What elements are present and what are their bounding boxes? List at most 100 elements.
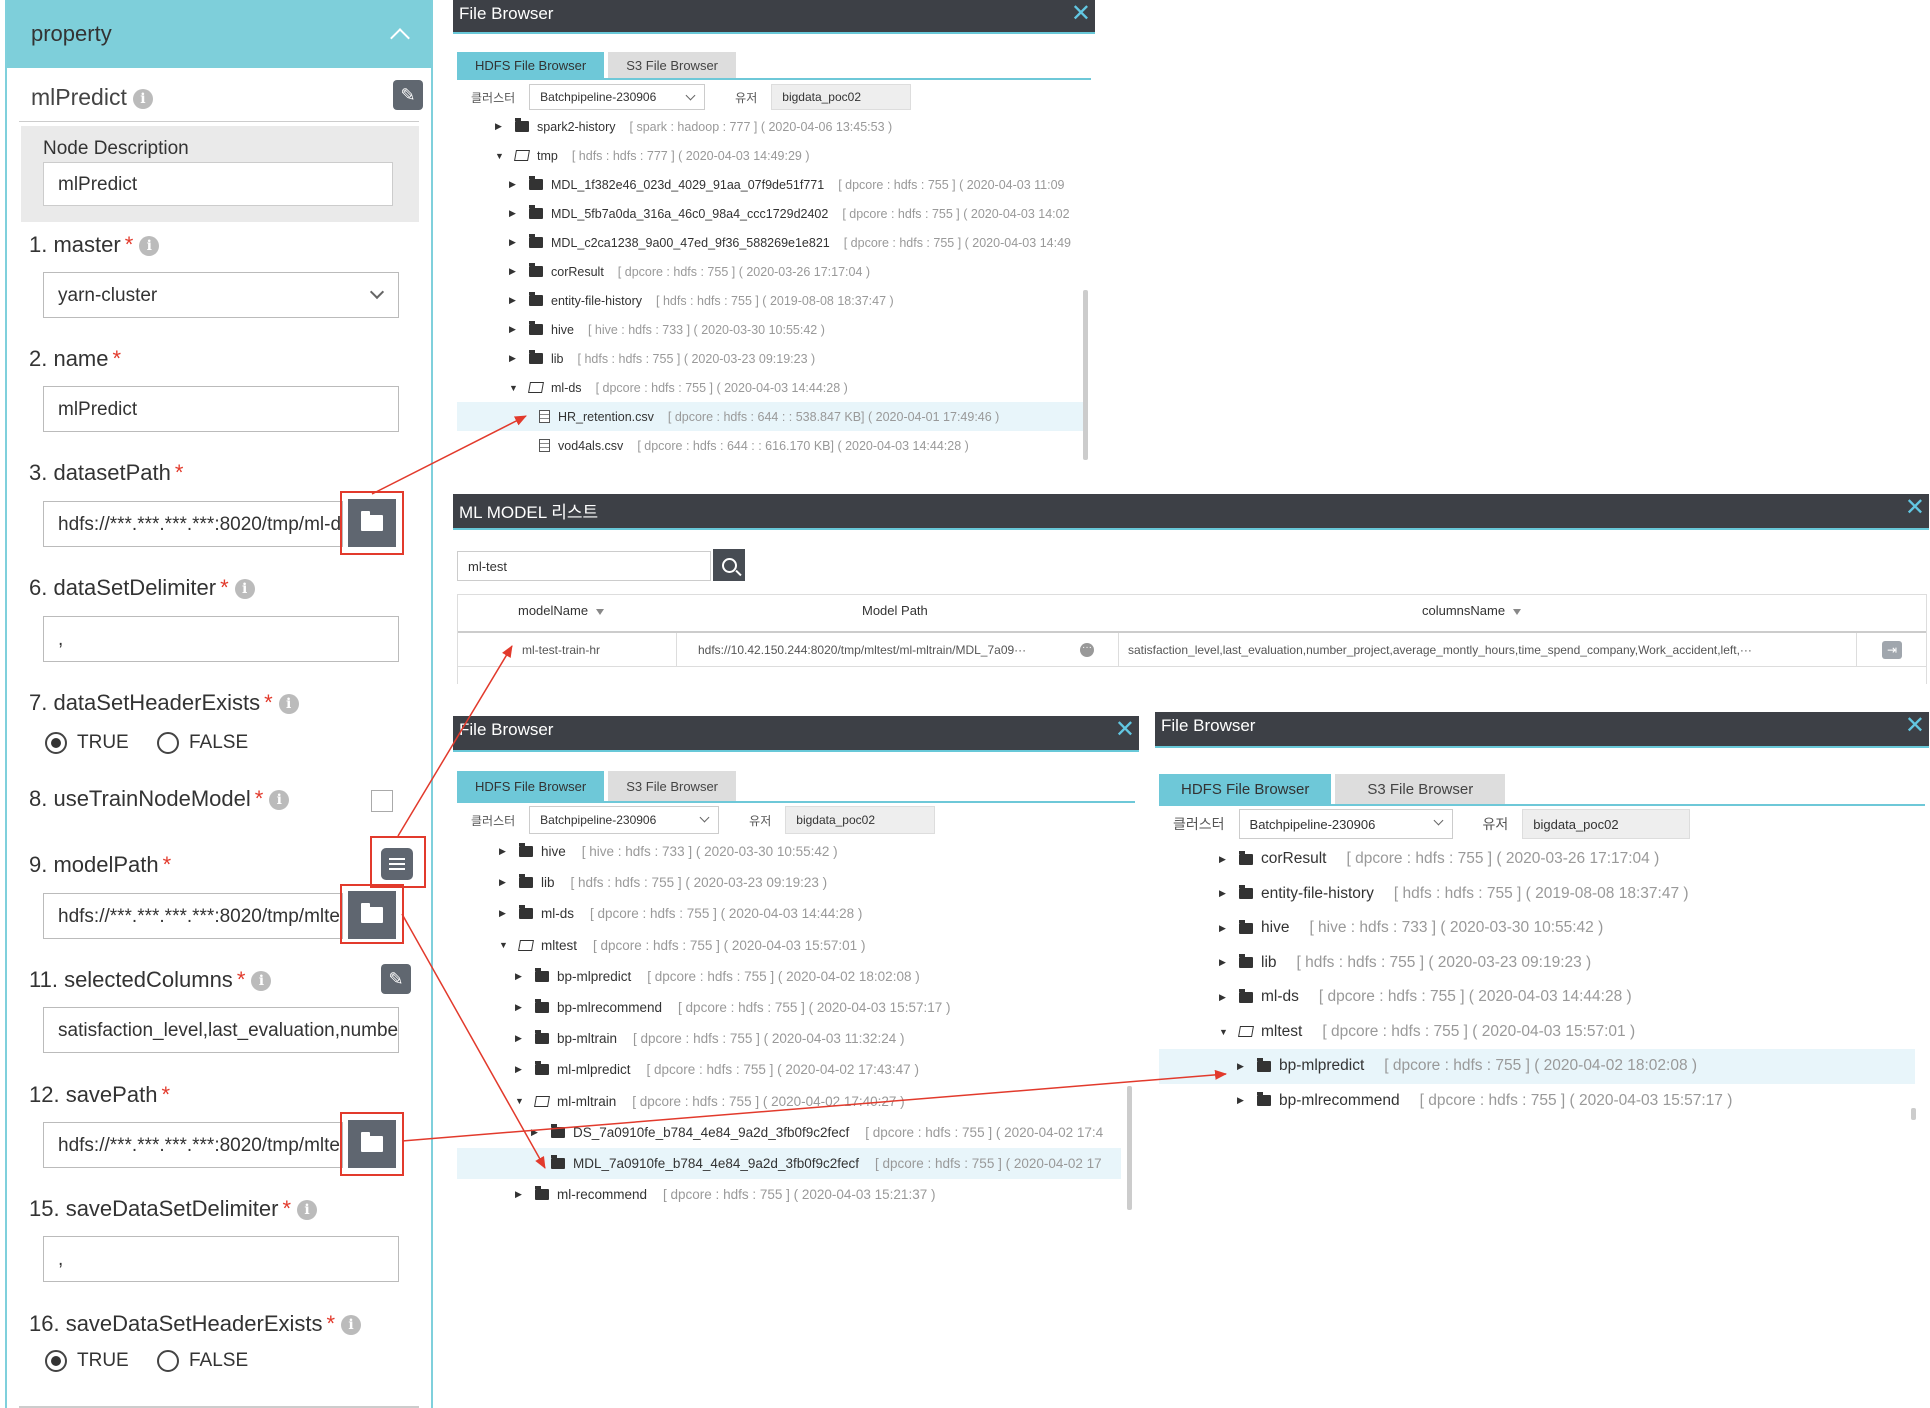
close-icon[interactable]: ✕ bbox=[1905, 714, 1925, 738]
caret-right-icon[interactable]: ▶ bbox=[515, 971, 527, 982]
scrollbar[interactable] bbox=[1911, 1108, 1916, 1120]
col-columnsname[interactable]: columnsName bbox=[1422, 603, 1522, 618]
close-icon[interactable]: ✕ bbox=[1905, 496, 1925, 520]
caret-down-icon[interactable]: ▼ bbox=[1219, 1027, 1231, 1037]
tree-row[interactable]: ▶ MDL_1f382e46_023d_4029_91aa_07f9de51f77… bbox=[457, 170, 1083, 199]
search-button[interactable] bbox=[713, 549, 745, 581]
caret-right-icon[interactable]: ▶ bbox=[499, 846, 511, 857]
name-input[interactable]: mlPredict bbox=[43, 386, 399, 432]
tree-row[interactable]: ▶ corResult [ dpcore : hdfs : 755 ] ( 2020… bbox=[1159, 842, 1915, 877]
caret-right-icon[interactable]: ▶ bbox=[1237, 1095, 1249, 1106]
chevron-up-icon[interactable] bbox=[390, 28, 410, 48]
datasetpath-input[interactable]: hdfs://***.***.***.***:8020/tmp/ml-ds/HR… bbox=[43, 501, 343, 547]
caret-right-icon[interactable]: ▶ bbox=[509, 324, 521, 335]
radio-false[interactable]: FALSE bbox=[157, 1350, 248, 1372]
caret-right-icon[interactable]: ▶ bbox=[515, 1033, 527, 1044]
savepath-input[interactable]: hdfs://***.***.***.***:8020/tmp/mltest/b… bbox=[43, 1122, 343, 1168]
cluster-select[interactable]: Batchpipeline-230906 bbox=[1238, 809, 1453, 839]
tab-s3[interactable]: S3 File Browser bbox=[608, 52, 736, 78]
edit-icon[interactable]: ✎ bbox=[381, 964, 411, 994]
caret-right-icon[interactable]: ▶ bbox=[499, 877, 511, 888]
close-icon[interactable]: ✕ bbox=[1115, 718, 1135, 742]
tree-row[interactable]: ▼ ml-ds [ dpcore : hdfs : 755 ] ( 2020-04-… bbox=[457, 373, 1083, 402]
tree-row[interactable]: ▶ hive [ hive : hdfs : 733 ] ( 2020-03-30 … bbox=[457, 836, 1121, 867]
caret-down-icon[interactable]: ▼ bbox=[515, 1096, 527, 1106]
tree-row[interactable]: ▶ DS_7a0910fe_b784_4e84_9a2d_3fb0f9c2fecf… bbox=[457, 1117, 1121, 1148]
caret-down-icon[interactable]: ▼ bbox=[495, 151, 507, 161]
info-icon[interactable]: i bbox=[132, 88, 153, 109]
cluster-select[interactable]: Batchpipeline-230906 bbox=[529, 806, 720, 834]
info-icon[interactable]: i bbox=[234, 579, 255, 600]
caret-right-icon[interactable]: ▶ bbox=[495, 121, 507, 132]
scrollbar[interactable] bbox=[1127, 1086, 1132, 1210]
tree-row[interactable]: ▶ hive [ hive : hdfs : 733 ] ( 2020-03-30 … bbox=[457, 315, 1083, 344]
close-icon[interactable]: ✕ bbox=[1071, 2, 1091, 26]
scrollbar[interactable] bbox=[1083, 290, 1088, 460]
tree-row[interactable]: ▶ lib [ hdfs : hdfs : 755 ] ( 2020-03-23 0… bbox=[457, 867, 1121, 898]
caret-right-icon[interactable]: ▶ bbox=[515, 1002, 527, 1013]
radio-false[interactable]: FALSE bbox=[157, 732, 248, 754]
tree-row[interactable]: ▶ bp-mltrain [ dpcore : hdfs : 755 ] ( 202… bbox=[457, 1023, 1121, 1054]
tab-hdfs[interactable]: HDFS File Browser bbox=[457, 52, 605, 78]
datasetdelimiter-input[interactable]: , bbox=[43, 616, 399, 662]
tree-row[interactable]: ▶ hive [ hive : hdfs : 733 ] ( 2020-03-30 … bbox=[1159, 911, 1915, 946]
tree-row[interactable]: vod4als.csv [ dpcore : hdfs : 644 : : 616… bbox=[457, 431, 1083, 460]
caret-right-icon[interactable]: ▶ bbox=[509, 179, 521, 190]
tree-row[interactable]: ▼ tmp [ hdfs : hdfs : 777 ] ( 2020-04-03 1… bbox=[457, 141, 1083, 170]
tree-row[interactable]: ▶ bp-mlrecommend [ dpcore : hdfs : 755 ] (… bbox=[1159, 1084, 1915, 1119]
caret-right-icon[interactable]: ▶ bbox=[509, 208, 521, 219]
tree-row[interactable]: ▶ MDL_5fb7a0da_316a_46c0_98a4_ccc1729d240… bbox=[457, 199, 1083, 228]
tree-row[interactable]: MDL_7a0910fe_b784_4e84_9a2d_3fb0f9c2fecf… bbox=[457, 1148, 1121, 1180]
master-select[interactable]: yarn-cluster bbox=[43, 272, 399, 318]
table-row[interactable]: ml-test-train-hr hdfs://10.42.150.244:80… bbox=[458, 633, 1926, 667]
info-icon[interactable]: i bbox=[269, 790, 290, 811]
cluster-select[interactable]: Batchpipeline-230906 bbox=[529, 84, 706, 110]
tree-row[interactable]: ▶ corResult [ dpcore : hdfs : 755 ] ( 2020… bbox=[457, 257, 1083, 286]
tree-row[interactable]: ▶ bp-mlpredict [ dpcore : hdfs : 755 ] ( 2… bbox=[1159, 1049, 1915, 1084]
col-modelname[interactable]: modelName bbox=[518, 603, 605, 618]
caret-right-icon[interactable]: ▶ bbox=[515, 1189, 527, 1200]
tab-s3[interactable]: S3 File Browser bbox=[608, 771, 736, 801]
usetrainnodemodel-checkbox[interactable] bbox=[371, 790, 393, 812]
tree-row[interactable]: ▶ MDL_c2ca1238_9a00_47ed_9f36_588269e1e82… bbox=[457, 228, 1083, 257]
tree-row[interactable]: ▶ lib [ hdfs : hdfs : 755 ] ( 2020-03-23 0… bbox=[1159, 946, 1915, 981]
info-icon[interactable]: i bbox=[251, 971, 272, 992]
selectedcolumns-input[interactable]: satisfaction_level,last_evaluation,numbe… bbox=[43, 1007, 399, 1053]
tree-row[interactable]: ▶ entity-file-history [ hdfs : hdfs : 755 … bbox=[457, 286, 1083, 315]
caret-right-icon[interactable]: ▶ bbox=[1219, 888, 1231, 899]
tree-row[interactable]: ▶ bp-mlrecommend [ dpcore : hdfs : 755 ] (… bbox=[457, 992, 1121, 1023]
caret-right-icon[interactable]: ▶ bbox=[1219, 923, 1231, 934]
info-icon[interactable]: i bbox=[297, 1200, 318, 1221]
tree-row[interactable]: ▶ ml-ds [ dpcore : hdfs : 755 ] ( 2020-04-… bbox=[1159, 980, 1915, 1015]
tree-row[interactable]: HR_retention.csv [ dpcore : hdfs : 644 : … bbox=[457, 402, 1083, 431]
caret-right-icon[interactable]: ▶ bbox=[1219, 992, 1231, 1003]
caret-right-icon[interactable]: ▶ bbox=[509, 237, 521, 248]
caret-right-icon[interactable]: ▶ bbox=[515, 1064, 527, 1075]
model-search-input[interactable]: ml-test bbox=[457, 551, 711, 581]
tree-row[interactable]: ▶ spark2-history [ spark : hadoop : 777 ] … bbox=[457, 112, 1083, 141]
caret-down-icon[interactable]: ▼ bbox=[499, 940, 511, 950]
tree-row[interactable]: ▶ lib [ hdfs : hdfs : 755 ] ( 2020-03-23 0… bbox=[457, 344, 1083, 373]
caret-right-icon[interactable]: ▶ bbox=[509, 266, 521, 277]
info-icon[interactable]: i bbox=[139, 236, 160, 257]
property-header[interactable]: property bbox=[7, 0, 431, 68]
tree-row[interactable]: ▼ mltest [ dpcore : hdfs : 755 ] ( 2020-04… bbox=[1159, 1015, 1915, 1050]
caret-right-icon[interactable]: ▶ bbox=[1219, 957, 1231, 968]
tree-row[interactable]: ▼ mltest [ dpcore : hdfs : 755 ] ( 2020-04… bbox=[457, 930, 1121, 961]
radio-true[interactable]: TRUE bbox=[45, 1350, 129, 1372]
tree-row[interactable]: ▶ ml-mlpredict [ dpcore : hdfs : 755 ] ( 2… bbox=[457, 1054, 1121, 1085]
caret-right-icon[interactable]: ▶ bbox=[1219, 854, 1231, 865]
tab-hdfs[interactable]: HDFS File Browser bbox=[457, 771, 605, 801]
tree-row[interactable]: ▶ bp-mlpredict [ dpcore : hdfs : 755 ] ( 2… bbox=[457, 961, 1121, 992]
select-model-icon[interactable]: ⇥ bbox=[1882, 641, 1902, 659]
caret-right-icon[interactable]: ▶ bbox=[509, 353, 521, 364]
savedatasetdelimiter-input[interactable]: , bbox=[43, 1236, 399, 1282]
info-icon[interactable]: i bbox=[278, 694, 299, 715]
tab-s3[interactable]: S3 File Browser bbox=[1335, 774, 1506, 804]
caret-right-icon[interactable]: ▶ bbox=[509, 295, 521, 306]
caret-right-icon[interactable]: ▶ bbox=[531, 1127, 543, 1138]
caret-down-icon[interactable]: ▼ bbox=[509, 383, 521, 393]
caret-right-icon[interactable]: ▶ bbox=[1237, 1061, 1249, 1072]
edit-icon[interactable]: ✎ bbox=[393, 80, 423, 110]
tab-hdfs[interactable]: HDFS File Browser bbox=[1159, 774, 1332, 804]
